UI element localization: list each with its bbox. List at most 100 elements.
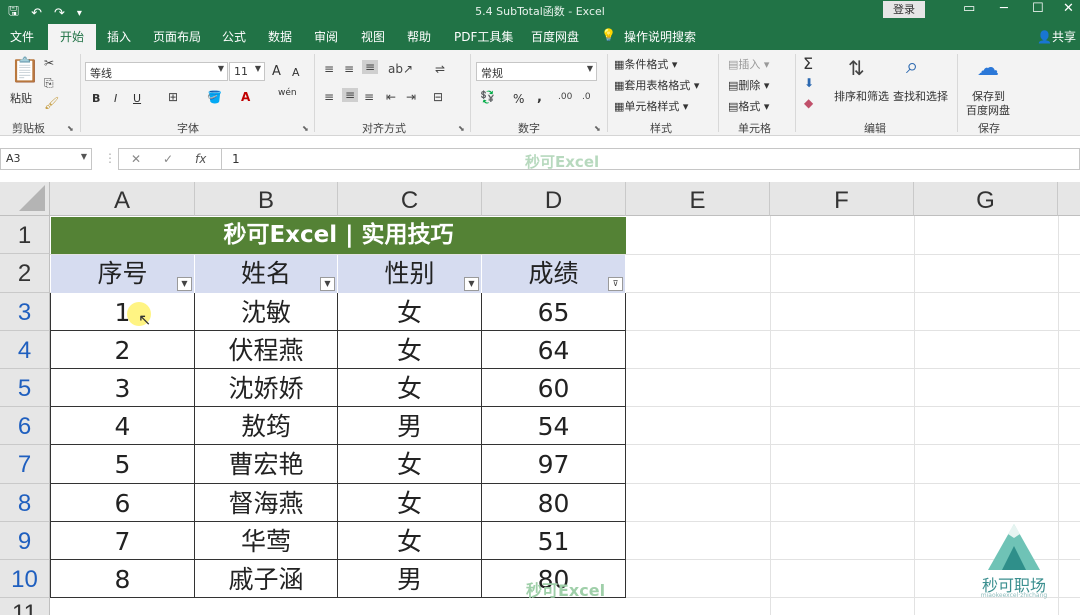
select-all-button[interactable] (0, 182, 50, 216)
header-cell-seq[interactable]: 序号 ▼ (51, 255, 195, 293)
font-name-select[interactable]: 等线 ▼ (85, 62, 228, 81)
font-size-select[interactable]: 11 ▼ (229, 62, 265, 81)
save-to-label-2[interactable]: 百度网盘 (966, 102, 1010, 118)
underline-button[interactable]: U (133, 92, 141, 105)
table-cell[interactable]: 女 (338, 484, 482, 522)
align-bottom-icon[interactable]: ≡ (362, 60, 379, 74)
table-cell[interactable]: 戚子涵 (195, 560, 338, 598)
cloud-save-icon[interactable]: ☁ (977, 56, 999, 81)
increase-indent-icon[interactable]: ⇥ (406, 90, 416, 104)
increase-decimal-icon[interactable]: .00 (558, 92, 572, 102)
login-button[interactable]: 登录 (883, 1, 925, 18)
name-box[interactable]: A3 ▼ (0, 148, 92, 170)
tab-formulas[interactable]: 公式 (222, 28, 246, 45)
table-cell[interactable]: 男 (338, 560, 482, 598)
merge-center-icon[interactable]: ⊟ (433, 90, 443, 104)
table-cell[interactable]: 4 (51, 407, 195, 445)
format-painter-icon[interactable]: 🖌 (44, 96, 59, 110)
column-header-a[interactable]: A (50, 182, 195, 216)
table-cell[interactable]: 男 (338, 407, 482, 445)
copy-icon[interactable]: ⎘ (44, 76, 54, 91)
cancel-icon[interactable]: ✕ (131, 152, 141, 166)
cell-styles-button[interactable]: ▦单元格样式 ▾ (614, 98, 688, 114)
table-cell[interactable]: 60 (482, 369, 626, 407)
table-cell[interactable]: 7 (51, 522, 195, 560)
table-cell[interactable]: 80 (482, 484, 626, 522)
column-header-f[interactable]: F (770, 182, 914, 216)
column-header-b[interactable]: B (195, 182, 338, 216)
table-cell[interactable]: 5 (51, 445, 195, 484)
table-cell[interactable]: 女 (338, 331, 482, 369)
worksheet-grid[interactable]: A B C D E F G 1 2 3 4 5 6 7 8 9 10 11 秒可… (0, 182, 1080, 615)
table-cell[interactable]: 女 (338, 369, 482, 407)
column-header-g[interactable]: G (914, 182, 1058, 216)
row-header-3[interactable]: 3 (0, 293, 50, 331)
enter-icon[interactable]: ✓ (163, 152, 173, 166)
tab-insert[interactable]: 插入 (107, 28, 131, 45)
clear-icon[interactable]: ◆ (804, 96, 813, 110)
font-color-icon[interactable]: A (241, 90, 250, 104)
format-cells-button[interactable]: ▤格式 ▾ (728, 98, 769, 114)
column-header-e[interactable]: E (626, 182, 770, 216)
tab-file[interactable]: 文件 (10, 28, 34, 45)
format-as-table-button[interactable]: ▦套用表格格式 ▾ (614, 77, 699, 93)
decrease-decimal-icon[interactable]: .0 (582, 92, 591, 102)
conditional-formatting-button[interactable]: ▦条件格式 ▾ (614, 56, 677, 72)
table-cell[interactable]: 6 (51, 484, 195, 522)
row-header-8[interactable]: 8 (0, 484, 50, 522)
table-cell[interactable]: 曹宏艳 (195, 445, 338, 484)
filter-dropdown-icon[interactable]: ▼ (464, 277, 479, 291)
row-header-10[interactable]: 10 (0, 560, 50, 598)
tab-baidu-netdisk[interactable]: 百度网盘 (531, 28, 579, 45)
table-cell[interactable]: 华莺 (195, 522, 338, 560)
row-header-11[interactable]: 11 (0, 598, 50, 615)
cut-icon[interactable]: ✂ (44, 56, 54, 70)
tab-page-layout[interactable]: 页面布局 (153, 28, 201, 45)
tab-review[interactable]: 审阅 (314, 28, 338, 45)
table-cell[interactable]: 女 (338, 293, 482, 331)
percent-button[interactable]: % (513, 92, 524, 106)
header-cell-name[interactable]: 姓名 ▼ (195, 255, 338, 293)
comma-button[interactable]: , (537, 90, 542, 105)
align-center-icon[interactable]: ≡ (342, 88, 359, 102)
paste-icon[interactable]: 📋 (10, 56, 40, 84)
autosum-button[interactable]: Σ (803, 54, 813, 73)
table-cell[interactable]: 2 (51, 331, 195, 369)
fill-icon[interactable]: ⬇ (804, 76, 814, 90)
table-cell[interactable]: 51 (482, 522, 626, 560)
table-cell[interactable]: 8 (51, 560, 195, 598)
header-cell-score[interactable]: 成绩 ⊽ (482, 255, 626, 293)
paste-label[interactable]: 粘贴 (10, 90, 32, 106)
filter-dropdown-icon[interactable]: ▼ (320, 277, 335, 291)
table-cell[interactable]: 敖筠 (195, 407, 338, 445)
tab-pdf-tools[interactable]: PDF工具集 (454, 28, 513, 45)
tell-me-search[interactable]: 操作说明搜索 (624, 28, 696, 45)
table-cell[interactable]: 女 (338, 522, 482, 560)
column-header-c[interactable]: C (338, 182, 482, 216)
align-top-icon[interactable]: ≡ (324, 62, 334, 76)
filter-active-icon[interactable]: ⊽ (608, 277, 623, 291)
table-cell[interactable]: 97 (482, 445, 626, 484)
decrease-indent-icon[interactable]: ⇤ (386, 90, 396, 104)
column-header-h[interactable] (1058, 182, 1080, 216)
maximize-button[interactable]: ☐ (1032, 1, 1044, 16)
filter-dropdown-icon[interactable]: ▼ (177, 277, 192, 291)
close-button[interactable]: ✕ (1063, 1, 1074, 16)
table-cell[interactable]: 女 (338, 445, 482, 484)
row-header-4[interactable]: 4 (0, 331, 50, 369)
table-cell[interactable]: 沈敏 (195, 293, 338, 331)
tab-view[interactable]: 视图 (361, 28, 385, 45)
row-header-1[interactable]: 1 (0, 216, 50, 254)
borders-icon[interactable]: ⊞ (168, 90, 178, 104)
find-select-button[interactable]: 查找和选择 (893, 88, 948, 104)
alignment-launcher-icon[interactable]: ⬊ (458, 124, 465, 133)
align-middle-icon[interactable]: ≡ (344, 62, 354, 76)
grow-font-button[interactable]: A (272, 64, 281, 79)
table-cell[interactable]: 64 (482, 331, 626, 369)
italic-button[interactable]: I (114, 92, 117, 105)
tab-home[interactable]: 开始 (48, 24, 97, 50)
table-cell[interactable]: 65 (482, 293, 626, 331)
fill-color-icon[interactable]: 🪣 (207, 90, 222, 104)
row-header-7[interactable]: 7 (0, 445, 50, 484)
orientation-icon[interactable]: ab↗ (388, 62, 413, 76)
